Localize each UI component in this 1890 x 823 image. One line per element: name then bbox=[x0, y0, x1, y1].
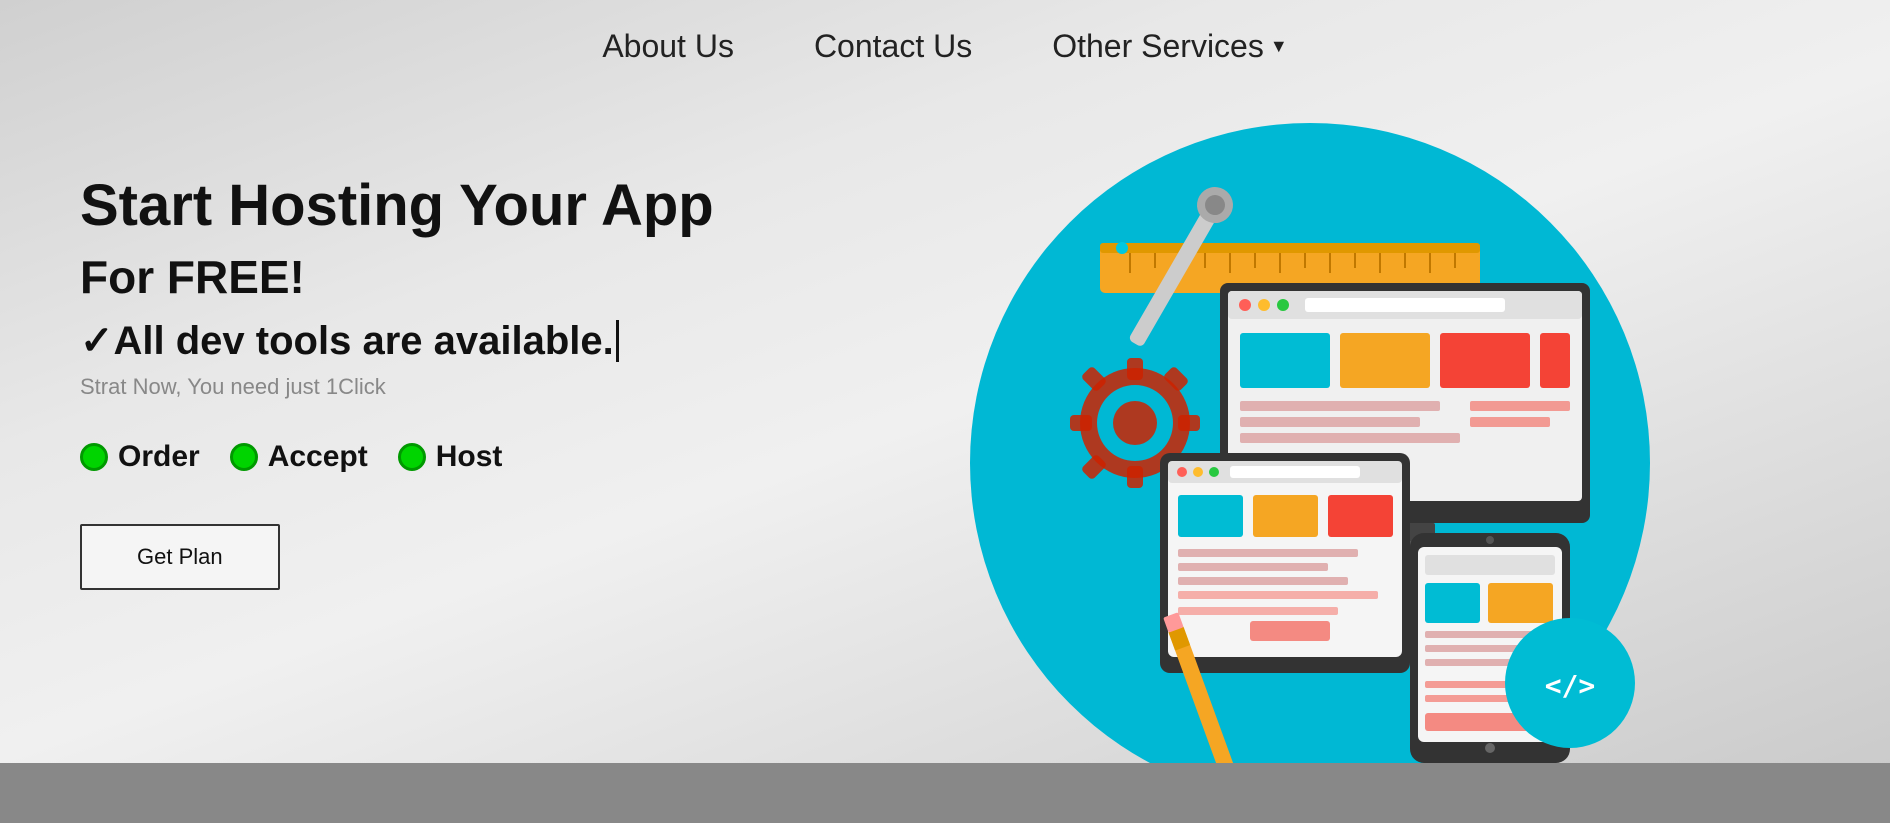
step-host: Host bbox=[398, 440, 503, 474]
bottom-bar bbox=[0, 763, 1890, 823]
green-dot-order bbox=[80, 443, 108, 471]
hero-cta-small: Strat Now, You need just 1Click bbox=[80, 374, 730, 400]
get-plan-button[interactable]: Get Plan bbox=[80, 524, 280, 590]
hero-title-line1: Start Hosting Your App bbox=[80, 173, 730, 240]
hero-illustration: </> bbox=[810, 153, 1810, 803]
step-host-label: Host bbox=[436, 440, 503, 474]
cursor-bar bbox=[616, 320, 619, 362]
other-services-menu[interactable]: Other Services ▼ bbox=[1052, 28, 1287, 65]
about-us-link[interactable]: About Us bbox=[602, 28, 734, 65]
hero-section: Start Hosting Your App For FREE! ✓All de… bbox=[0, 93, 1890, 803]
contact-us-link[interactable]: Contact Us bbox=[814, 28, 972, 65]
steps-list: Order Accept Host bbox=[80, 440, 730, 474]
other-services-link[interactable]: Other Services bbox=[1052, 28, 1264, 65]
step-accept: Accept bbox=[230, 440, 368, 474]
svg-text:</>: </> bbox=[1545, 669, 1596, 702]
hero-tagline: ✓All dev tools are available. bbox=[80, 318, 730, 364]
hero-title-line2: For FREE! bbox=[80, 250, 730, 304]
hero-text-block: Start Hosting Your App For FREE! ✓All de… bbox=[80, 153, 730, 590]
green-dot-accept bbox=[230, 443, 258, 471]
step-accept-label: Accept bbox=[268, 440, 368, 474]
illustration-circle: </> bbox=[970, 123, 1650, 803]
chevron-down-icon: ▼ bbox=[1270, 36, 1288, 57]
illustration-svg: </> bbox=[970, 123, 1670, 823]
main-nav: About Us Contact Us Other Services ▼ bbox=[0, 0, 1890, 93]
green-dot-host bbox=[398, 443, 426, 471]
step-order: Order bbox=[80, 440, 200, 474]
step-order-label: Order bbox=[118, 440, 200, 474]
